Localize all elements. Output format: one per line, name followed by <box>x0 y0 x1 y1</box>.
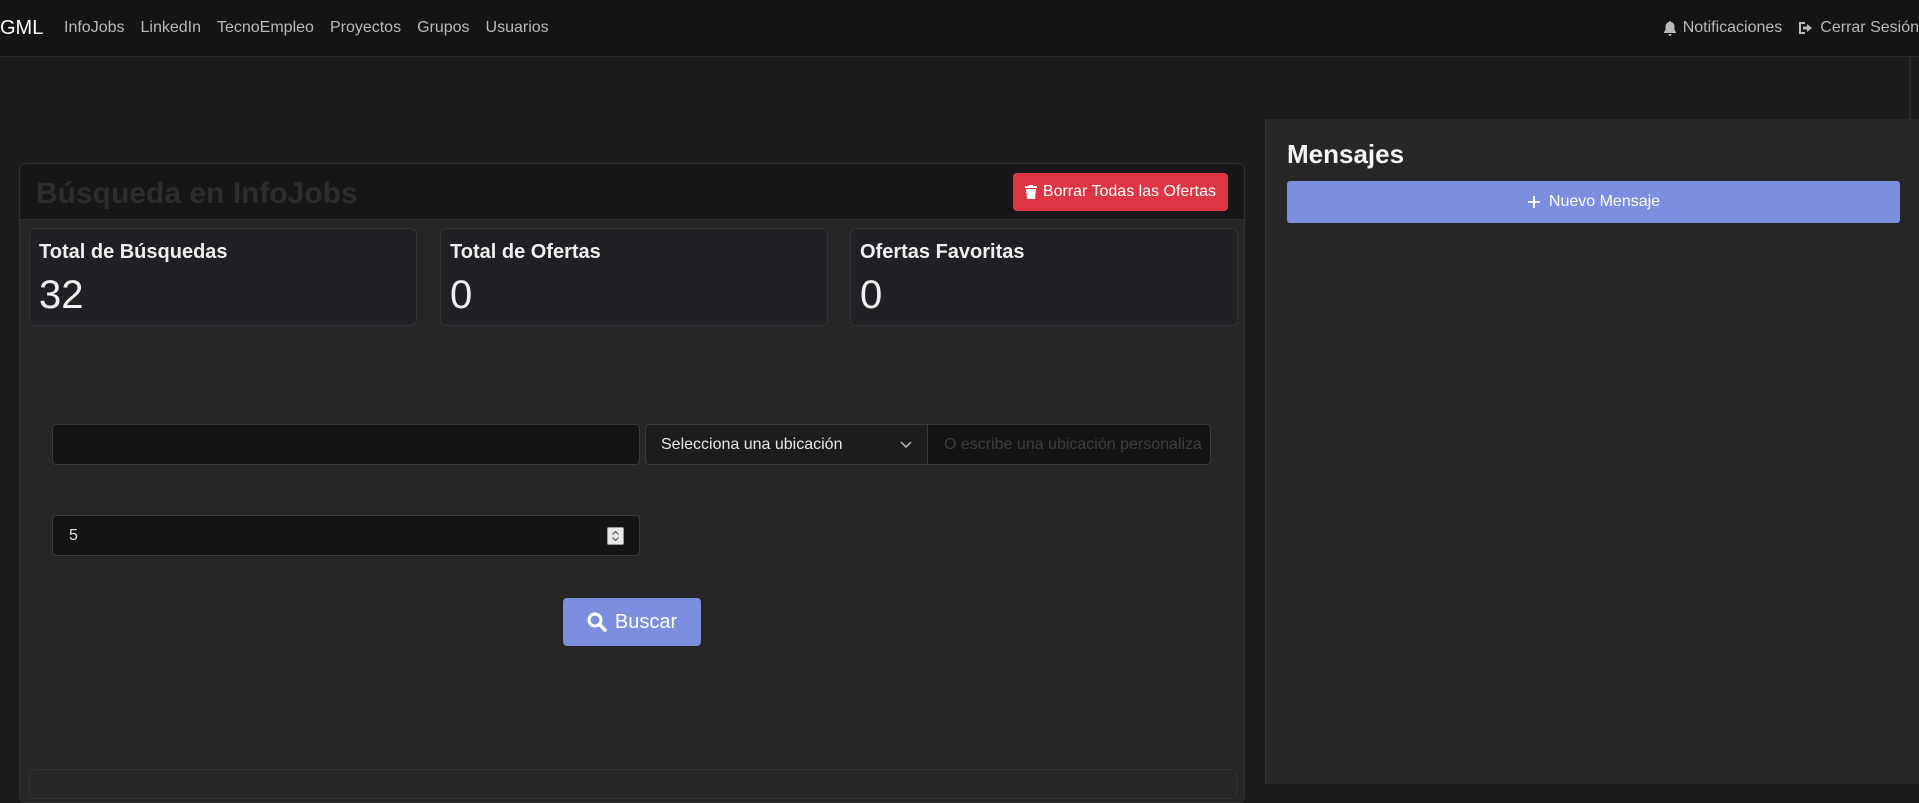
delete-all-offers-button[interactable]: Borrar Todas las Ofertas <box>1012 173 1228 211</box>
stat-total-offers: Total de Ofertas 0 <box>440 228 828 326</box>
logout-link[interactable]: Cerrar Sesión <box>1798 18 1919 38</box>
stat-label: Ofertas Favoritas <box>860 241 1025 263</box>
chevron-down-icon <box>900 440 912 448</box>
nav-link-grupos[interactable]: Grupos <box>417 18 469 38</box>
search-icon <box>587 612 607 632</box>
notifications-link[interactable]: Notificaciones <box>1663 18 1783 38</box>
nav-right: Notificaciones Cerrar Sesión <box>1663 18 1919 38</box>
results-container <box>29 769 1237 799</box>
top-navbar: GML InfoJobs LinkedIn TecnoEmpleo Proyec… <box>0 0 1919 57</box>
nav-links: InfoJobs LinkedIn TecnoEmpleo Proyectos … <box>64 18 549 38</box>
location-select[interactable]: Selecciona una ubicación <box>645 424 928 465</box>
messages-panel: Mensajes Nuevo Mensaje <box>1265 119 1919 784</box>
stat-favorite-offers: Ofertas Favoritas 0 <box>850 228 1238 326</box>
stat-value: 0 <box>450 273 473 317</box>
logout-label: Cerrar Sesión <box>1820 19 1919 36</box>
infojobs-search-card: Búsqueda en InfoJobs Borrar Todas las Of… <box>19 163 1245 803</box>
card-header: Búsqueda en InfoJobs Borrar Todas las Of… <box>20 164 1244 220</box>
delete-all-offers-label: Borrar Todas las Ofertas <box>1042 183 1216 200</box>
new-message-button[interactable]: Nuevo Mensaje <box>1287 181 1900 223</box>
quantity-stepper[interactable]: 5 <box>52 515 640 556</box>
trash-icon <box>1024 185 1037 199</box>
messages-title: Mensajes <box>1287 139 1405 169</box>
stat-label: Total de Ofertas <box>450 241 601 263</box>
quantity-value: 5 <box>69 526 78 544</box>
stat-total-searches: Total de Búsquedas 32 <box>29 228 417 326</box>
keywords-input[interactable] <box>52 424 640 465</box>
search-button[interactable]: Buscar <box>563 598 701 646</box>
page-edge-divider <box>1909 57 1911 119</box>
nav-link-tecnoempleo[interactable]: TecnoEmpleo <box>217 18 314 38</box>
brand-logo[interactable]: GML <box>0 16 43 40</box>
stat-value: 32 <box>39 273 84 317</box>
nav-link-usuarios[interactable]: Usuarios <box>486 18 549 38</box>
custom-location-input[interactable]: O escribe una ubicación personaliza <box>928 424 1211 465</box>
plus-icon <box>1527 196 1540 208</box>
nav-link-proyectos[interactable]: Proyectos <box>330 18 401 38</box>
spinner-arrows-icon[interactable] <box>607 527 624 545</box>
sign-out-icon <box>1799 22 1813 34</box>
nav-link-infojobs[interactable]: InfoJobs <box>64 18 124 38</box>
stat-label: Total de Búsquedas <box>39 241 228 263</box>
nav-link-linkedin[interactable]: LinkedIn <box>140 18 201 38</box>
card-title: Búsqueda en InfoJobs <box>36 177 358 210</box>
bell-icon <box>1663 20 1676 36</box>
new-message-label: Nuevo Mensaje <box>1548 193 1661 210</box>
notifications-label: Notificaciones <box>1682 19 1783 36</box>
stat-value: 0 <box>860 273 883 317</box>
search-button-label: Buscar <box>614 610 678 633</box>
location-select-value: Selecciona una ubicación <box>661 435 843 453</box>
